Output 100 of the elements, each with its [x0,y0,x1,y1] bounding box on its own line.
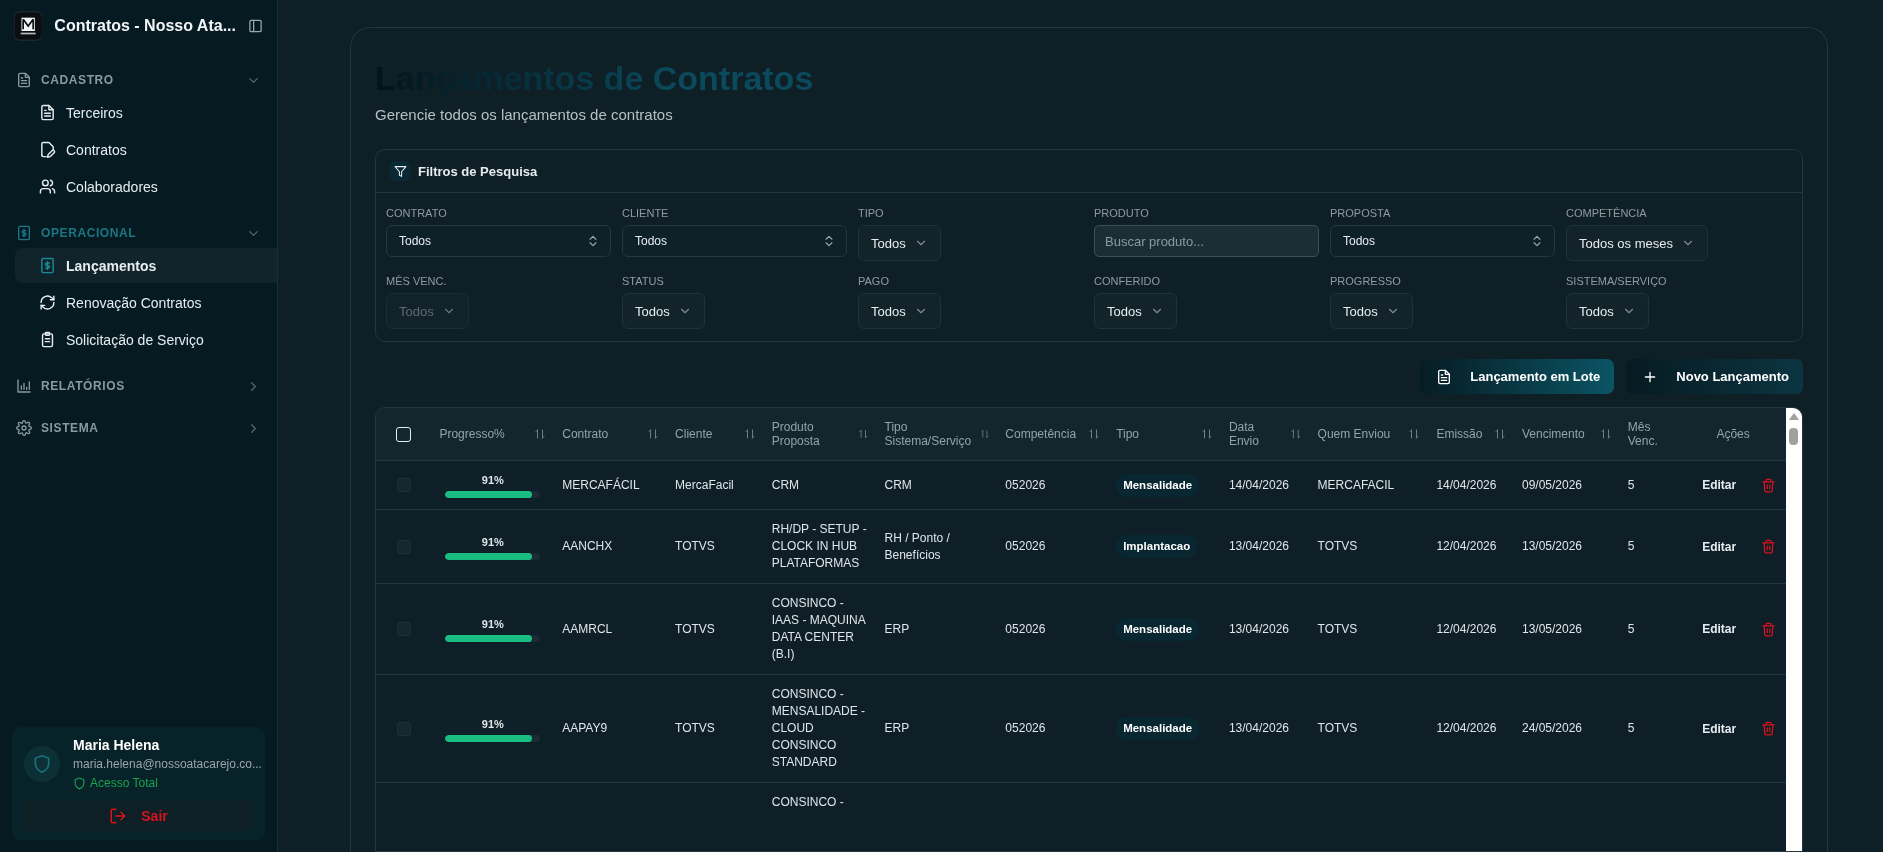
column-header[interactable]: Competência [1005,427,1077,441]
edit-button[interactable]: Editar [1702,721,1737,736]
filter-label: TIPO [858,207,885,219]
select-dropdown[interactable]: Todos os meses [1566,225,1708,261]
filter-label: PAGO [858,275,890,287]
select-dropdown[interactable]: Todos [858,225,941,261]
filter-label: CONTRATO [386,207,448,219]
table-cell: TOTVS [1317,621,1358,636]
table-cell: MERCAFÁCIL [562,477,640,492]
sort-icon[interactable] [1408,428,1421,440]
filter-label: CLIENTE [622,207,670,219]
table-cell: RH / Ponto / Benefícios [884,530,950,562]
clipboard-icon [39,331,56,348]
app-title: Contratos - Nosso Ata... [54,17,236,35]
section-header[interactable]: SISTEMA [0,414,277,442]
sidebar-item[interactable]: Renovação Contratos [15,285,277,320]
sidebar-item[interactable]: Colaboradores [15,169,277,204]
table-cell: CONSINCO - MENSALIDADE - CLOUD CONSINCO STANDARD [771,687,866,769]
sort-icon[interactable] [1494,428,1506,440]
sort-icon[interactable] [1599,428,1612,440]
sidebar-item[interactable]: Lançamentos [15,248,277,283]
table-cell: CONSINCO - [771,795,844,809]
table-cell: 052026 [1005,721,1046,735]
filter-label: PROGRESSO [1330,275,1402,287]
table-cell: TOTVS [675,721,715,735]
table-cell: TOTVS [675,621,715,636]
sort-icon[interactable] [1289,428,1302,440]
column-header[interactable]: Contrato [562,427,609,441]
refresh-icon [39,294,56,311]
column-header: Ações [1716,427,1750,441]
table-cell: CONSINCO - IAAS - MAQUINA DATA CENTER (B.I) [771,596,866,661]
document-icon [39,104,56,121]
sort-icon[interactable] [1200,428,1213,440]
select-dropdown[interactable]: Todos [622,293,705,329]
sort-icon[interactable] [857,428,869,440]
combobox[interactable]: Todos [1330,225,1555,257]
column-header[interactable]: Tipo [1116,427,1140,441]
logout-icon [109,806,128,825]
table-cell: CRM [771,477,800,492]
edit-button[interactable]: Editar [1702,622,1737,636]
select-dropdown[interactable]: Todos [1330,293,1413,329]
edit-button[interactable]: Editar [1702,539,1737,554]
document-icon [16,72,32,88]
search-field[interactable]: Buscar produto... [1094,225,1319,257]
select-dropdown[interactable]: Todos [858,293,941,329]
section-header[interactable]: CADASTRO [0,66,277,94]
type-badge: Implantacao [1116,535,1198,558]
new-entry-button[interactable]: Novo Lançamento [1626,359,1803,394]
money-document-icon [39,257,56,274]
table-cell: 14/04/2026 [1228,477,1289,492]
column-header[interactable]: Progresso% [439,427,505,441]
edit-button[interactable]: Editar [1702,478,1737,492]
sort-icon[interactable] [743,428,756,440]
progress-percent: 91% [481,617,504,632]
sort-icon[interactable] [1088,428,1101,440]
column-header[interactable]: Cliente [675,427,713,441]
table-cell: TOTVS [675,539,715,553]
select-all-checkbox[interactable] [396,426,412,442]
table-cell: 14/04/2026 [1436,477,1497,492]
batch-entry-button[interactable]: Lançamento em Lote [1420,359,1615,394]
select-dropdown[interactable]: Todos [1094,293,1177,329]
sidebar-toggle-icon[interactable] [248,17,263,35]
bar-chart-icon [16,378,32,394]
sort-icon[interactable] [534,428,547,440]
document-icon [1436,368,1453,385]
combobox[interactable]: Todos [622,225,847,257]
settings-icon [16,420,32,436]
delete-icon[interactable] [1761,721,1776,736]
table-cell: 13/04/2026 [1228,539,1289,553]
column-header: Mês Venc. [1627,420,1659,448]
user-email: maria.helena@nossoatacarejo.co... [73,757,262,771]
column-header[interactable]: Quem Enviou [1317,427,1391,441]
select-dropdown[interactable]: Todos [1566,293,1649,329]
table-cell: TOTVS [1317,539,1358,553]
table-cell: 12/04/2026 [1436,621,1497,636]
sidebar-item[interactable]: Contratos [15,132,277,167]
delete-icon[interactable] [1761,539,1776,554]
sort-icon[interactable] [647,428,660,440]
combobox[interactable]: Todos [386,225,611,257]
delete-icon[interactable] [1761,621,1776,637]
table-cell: 13/04/2026 [1228,621,1289,636]
section-header[interactable]: RELATÓRIOS [0,372,277,400]
table-cell: MercaFacil [675,477,734,492]
table-cell: AAMRCL [562,621,613,636]
column-header[interactable]: Vencimento [1522,427,1585,441]
table-cell: 5 [1627,621,1635,636]
table-cell: MERCAFACIL [1317,477,1395,492]
column-header[interactable]: Emissão [1436,427,1483,441]
delete-icon[interactable] [1761,477,1776,493]
progress-percent: 91% [481,473,504,488]
table-cell: TOTVS [1317,721,1358,735]
table-cell: AAPAY9 [562,721,608,735]
progress-percent: 91% [481,534,504,550]
sidebar-item[interactable]: Solicitação de Serviço [15,322,277,357]
sidebar-item[interactable]: Terceiros [15,95,277,130]
sort-icon[interactable] [979,428,990,440]
table-cell: RH/DP - SETUP - CLOCK IN HUB PLATAFORMAS [771,522,867,570]
filter-label: MÊS VENC. [386,275,448,287]
table-cell: ERP [884,721,910,735]
filter-label: SISTEMA/SERVIÇO [1566,275,1668,287]
